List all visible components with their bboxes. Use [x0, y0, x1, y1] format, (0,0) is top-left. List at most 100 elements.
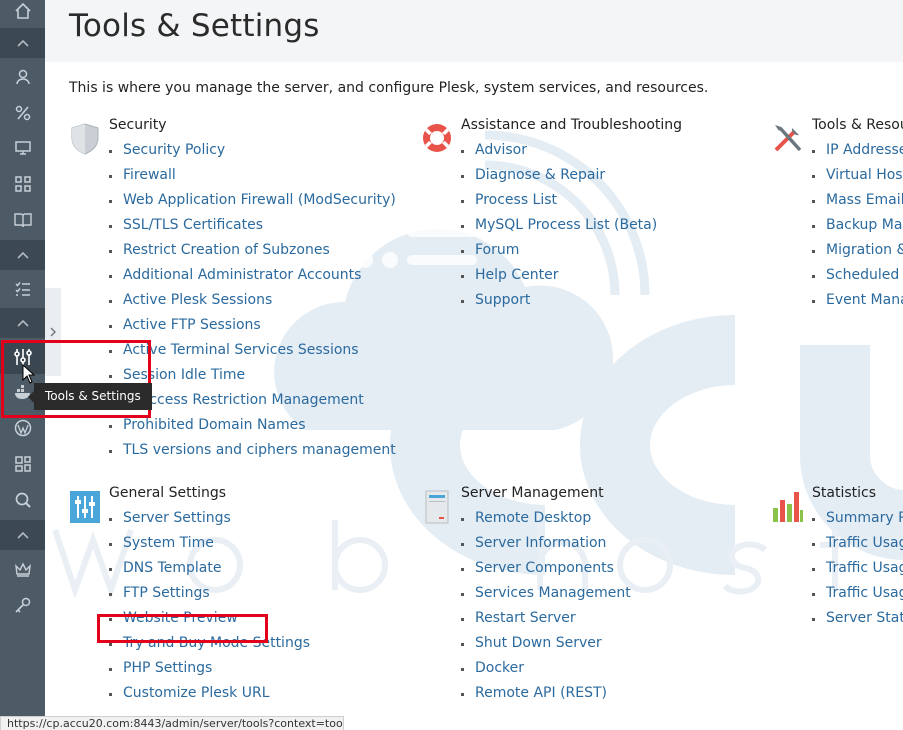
list-item: Services Management	[461, 581, 631, 606]
user-icon[interactable]	[0, 60, 45, 94]
list-item: Firewall	[109, 163, 396, 188]
list-item: Remote Desktop	[461, 506, 631, 531]
ftp-settings-link[interactable]: FTP Settings	[123, 585, 210, 601]
php-settings-link[interactable]: PHP Settings	[123, 660, 212, 676]
link-list: IP Addresse Virtual Host Mass Email Back…	[812, 138, 903, 313]
list-item: Virtual Host	[812, 163, 903, 188]
ip-access-restriction-link[interactable]: IP Access Restriction Management	[123, 392, 364, 408]
ftp-sessions-link[interactable]: Active FTP Sessions	[123, 317, 261, 333]
prohibited-domains-link[interactable]: Prohibited Domain Names	[123, 417, 306, 433]
tls-ciphers-link[interactable]: TLS versions and ciphers management	[123, 442, 396, 458]
terminal-sessions-link[interactable]: Active Terminal Services Sessions	[123, 342, 359, 358]
virtual-host-link[interactable]: Virtual Host	[826, 167, 903, 183]
ip-addresses-link[interactable]: IP Addresse	[826, 142, 903, 158]
section-title: Assistance and Troubleshooting	[461, 117, 683, 133]
ssl-certificates-link[interactable]: SSL/TLS Certificates	[123, 217, 263, 233]
monitor-icon[interactable]	[0, 131, 45, 165]
link-list: Summary R Traffic Usag Traffic Usag Traf…	[812, 506, 903, 631]
forum-link[interactable]: Forum	[475, 242, 519, 258]
list-item: Diagnose & Repair	[461, 163, 657, 188]
list-item: Server Settings	[109, 506, 310, 531]
list-item: PHP Settings	[109, 656, 310, 681]
list-item: Server Information	[461, 531, 631, 556]
diagnose-repair-link[interactable]: Diagnose & Repair	[475, 167, 605, 183]
migration-link[interactable]: Migration &	[826, 242, 903, 258]
list-item: System Time	[109, 531, 310, 556]
list-item: Event Mana	[812, 288, 903, 313]
section-title: Security	[109, 117, 167, 133]
percent-icon[interactable]	[0, 96, 45, 130]
backup-manager-link[interactable]: Backup Man	[826, 217, 903, 233]
list-item: Summary R	[812, 506, 903, 531]
key-icon[interactable]	[0, 588, 45, 622]
list-item: Additional Administrator Accounts	[109, 263, 396, 288]
admin-accounts-link[interactable]: Additional Administrator Accounts	[123, 267, 361, 283]
list-item: SSL/TLS Certificates	[109, 213, 396, 238]
event-manager-link[interactable]: Event Mana	[826, 292, 903, 308]
traffic-usage-link[interactable]: Traffic Usag	[826, 560, 903, 576]
link-list: Advisor Diagnose & Repair Process List M…	[461, 138, 657, 313]
section-title: Server Management	[461, 485, 604, 501]
list-item: Docker	[461, 656, 631, 681]
scheduled-tasks-link[interactable]: Scheduled T	[826, 267, 903, 283]
mouse-cursor-icon	[22, 364, 36, 384]
list-item: Backup Man	[812, 213, 903, 238]
server-components-link[interactable]: Server Components	[475, 560, 614, 576]
website-preview-highlight	[97, 614, 268, 643]
system-time-link[interactable]: System Time	[123, 535, 214, 551]
list-item: Active FTP Sessions	[109, 313, 396, 338]
tooltip: Tools & Settings	[28, 383, 152, 410]
waf-link[interactable]: Web Application Firewall (ModSecurity)	[123, 192, 396, 208]
search-icon[interactable]	[0, 483, 45, 517]
shut-down-server-link[interactable]: Shut Down Server	[475, 635, 602, 651]
extensions-icon[interactable]	[0, 447, 45, 481]
plesk-sessions-link[interactable]: Active Plesk Sessions	[123, 292, 272, 308]
mass-email-link[interactable]: Mass Email	[826, 192, 903, 208]
server-settings-link[interactable]: Server Settings	[123, 510, 231, 526]
crown-icon[interactable]	[0, 553, 45, 587]
status-bar-url: https://cp.accu20.com:8443/admin/server/…	[0, 716, 344, 730]
restrict-subzones-link[interactable]: Restrict Creation of Subzones	[123, 242, 330, 258]
firewall-link[interactable]: Firewall	[123, 167, 176, 183]
home-icon[interactable]	[0, 0, 45, 28]
remote-api-link[interactable]: Remote API (REST)	[475, 685, 607, 701]
list-item: IP Access Restriction Management	[109, 388, 396, 413]
process-list-link[interactable]: Process List	[475, 192, 557, 208]
server-icon	[425, 490, 449, 524]
page-description: This is where you manage the server, and…	[69, 80, 709, 96]
checklist-icon[interactable]	[0, 272, 45, 306]
chevron-up-icon[interactable]	[0, 308, 45, 338]
list-item: Web Application Firewall (ModSecurity)	[109, 188, 396, 213]
mysql-process-list-link[interactable]: MySQL Process List (Beta)	[475, 217, 657, 233]
traffic-usage-link[interactable]: Traffic Usag	[826, 535, 903, 551]
server-information-link[interactable]: Server Information	[475, 535, 606, 551]
chevron-right-icon	[50, 327, 56, 337]
chevron-up-icon[interactable]	[0, 520, 45, 550]
chevron-up-icon[interactable]	[0, 28, 45, 58]
customize-plesk-url-link[interactable]: Customize Plesk URL	[123, 685, 270, 701]
remote-desktop-link[interactable]: Remote Desktop	[475, 510, 591, 526]
list-item: Session Idle Time	[109, 363, 396, 388]
grid-icon[interactable]	[0, 167, 45, 201]
security-policy-link[interactable]: Security Policy	[123, 142, 225, 158]
services-management-link[interactable]: Services Management	[475, 585, 631, 601]
restart-server-link[interactable]: Restart Server	[475, 610, 576, 626]
list-item: Traffic Usag	[812, 581, 903, 606]
list-item: Advisor	[461, 138, 657, 163]
chevron-up-icon[interactable]	[0, 240, 45, 270]
summary-report-link[interactable]: Summary R	[826, 510, 903, 526]
advisor-link[interactable]: Advisor	[475, 142, 527, 158]
dns-template-link[interactable]: DNS Template	[123, 560, 221, 576]
server-statistics-link[interactable]: Server Stati	[826, 610, 903, 626]
book-icon[interactable]	[0, 203, 45, 237]
docker-link[interactable]: Docker	[475, 660, 524, 676]
help-center-link[interactable]: Help Center	[475, 267, 559, 283]
list-item: Support	[461, 288, 657, 313]
lifebuoy-icon	[423, 124, 451, 152]
support-link[interactable]: Support	[475, 292, 530, 308]
list-item: Security Policy	[109, 138, 396, 163]
page-header: Tools & Settings	[45, 0, 903, 62]
list-item: FTP Settings	[109, 581, 310, 606]
traffic-usage-link[interactable]: Traffic Usag	[826, 585, 903, 601]
section-title: Tools & Resou	[812, 117, 903, 133]
